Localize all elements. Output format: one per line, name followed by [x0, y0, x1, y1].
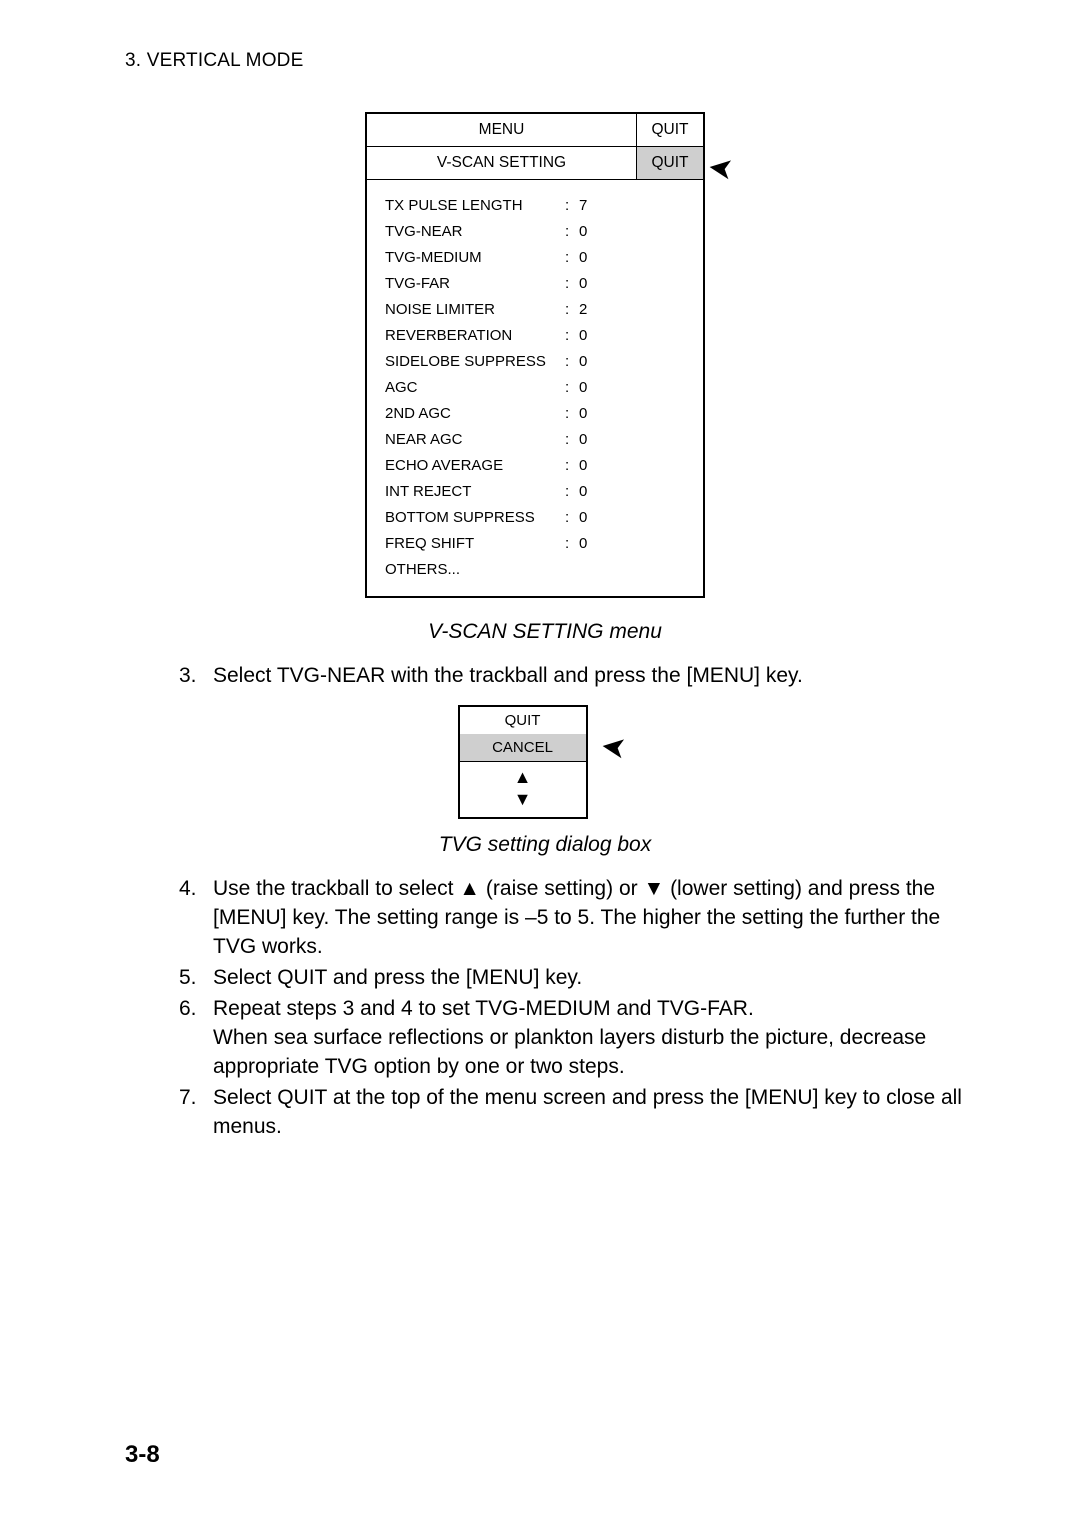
dialog-arrows[interactable]: ▲ ▼	[460, 762, 586, 817]
step-6: 6. Repeat steps 3 and 4 to set TVG-MEDIU…	[179, 995, 965, 1082]
menu-item-label: TVG-NEAR	[385, 223, 565, 240]
menu-item-separator: :	[565, 431, 579, 448]
menu-box: MENU QUIT V-SCAN SETTING QUIT TX PULSE L…	[365, 112, 705, 598]
menu-item-label: REVERBERATION	[385, 327, 565, 344]
menu-item[interactable]: INT REJECT:0	[385, 478, 685, 504]
menu-item[interactable]: ECHO AVERAGE:0	[385, 452, 685, 478]
step-text: Select TVG-NEAR with the trackball and p…	[213, 662, 965, 691]
menu-title: MENU	[367, 114, 637, 146]
menu-item[interactable]: BOTTOM SUPPRESS:0	[385, 504, 685, 530]
step-number: 6.	[179, 995, 213, 1082]
menu-item-separator: :	[565, 535, 579, 552]
menu-item-separator: :	[565, 379, 579, 396]
menu-item-separator: :	[565, 249, 579, 266]
menu-body: TX PULSE LENGTH:7TVG-NEAR:0TVG-MEDIUM:0T…	[367, 180, 703, 596]
menu-item-label: BOTTOM SUPPRESS	[385, 509, 565, 526]
page-number: 3-8	[125, 1441, 160, 1469]
menu-item-value: 0	[579, 223, 587, 240]
step-number: 7.	[179, 1084, 213, 1142]
menu-item-value: 0	[579, 249, 587, 266]
cursor-icon: ➤	[599, 731, 628, 764]
menu-item-value: 0	[579, 405, 587, 422]
menu-item-separator: :	[565, 223, 579, 240]
menu-item-separator: :	[565, 301, 579, 318]
menu-item-value: 0	[579, 379, 587, 396]
step-4: 4. Use the trackball to select ▲ (raise …	[179, 875, 965, 962]
menu-item-label: FREQ SHIFT	[385, 535, 565, 552]
menu-item-label: NEAR AGC	[385, 431, 565, 448]
menu-item[interactable]: TVG-NEAR:0	[385, 218, 685, 244]
dialog-figure: QUIT CANCEL ▲ ▼ ➤	[458, 705, 633, 819]
menu-item-separator: :	[565, 457, 579, 474]
menu-item[interactable]: NOISE LIMITER:2	[385, 296, 685, 322]
menu-item-value: 0	[579, 353, 587, 370]
menu-item[interactable]: 2ND AGC:0	[385, 400, 685, 426]
menu-item[interactable]: OTHERS...	[385, 556, 685, 582]
menu-item-label: TVG-MEDIUM	[385, 249, 565, 266]
menu-item-value: 0	[579, 431, 587, 448]
dialog-cancel[interactable]: CANCEL	[460, 734, 586, 762]
figure-caption-1: V-SCAN SETTING menu	[125, 620, 965, 644]
menu-item[interactable]: TVG-FAR:0	[385, 270, 685, 296]
menu-item-value: 0	[579, 327, 587, 344]
menu-item[interactable]: NEAR AGC:0	[385, 426, 685, 452]
menu-item-label: NOISE LIMITER	[385, 301, 565, 318]
menu-item[interactable]: REVERBERATION:0	[385, 322, 685, 348]
arrow-up-icon[interactable]: ▲	[460, 766, 586, 789]
menu-item-label: INT REJECT	[385, 483, 565, 500]
menu-item[interactable]: AGC:0	[385, 374, 685, 400]
step-text: Repeat steps 3 and 4 to set TVG-MEDIUM a…	[213, 995, 965, 1082]
dialog-quit[interactable]: QUIT	[460, 707, 586, 734]
menu-item-label: AGC	[385, 379, 565, 396]
menu-item-label: 2ND AGC	[385, 405, 565, 422]
menu-item-value: 7	[579, 197, 587, 214]
menu-item-label: SIDELOBE SUPPRESS	[385, 353, 565, 370]
step-7: 7. Select QUIT at the top of the menu sc…	[179, 1084, 965, 1142]
step-number: 5.	[179, 964, 213, 993]
step-5: 5. Select QUIT and press the [MENU] key.	[179, 964, 965, 993]
menu-item-label: ECHO AVERAGE	[385, 457, 565, 474]
arrow-down-icon[interactable]: ▼	[460, 788, 586, 811]
menu-item[interactable]: TVG-MEDIUM:0	[385, 244, 685, 270]
menu-header-row: MENU QUIT	[367, 114, 703, 147]
figure-caption-2: TVG setting dialog box	[125, 833, 965, 857]
menu-item-label: TVG-FAR	[385, 275, 565, 292]
menu-sub-row: V-SCAN SETTING QUIT	[367, 147, 703, 180]
menu-item[interactable]: TX PULSE LENGTH:7	[385, 192, 685, 218]
menu-item-separator: :	[565, 197, 579, 214]
menu-item-separator: :	[565, 405, 579, 422]
instruction-list-2: 4. Use the trackball to select ▲ (raise …	[179, 875, 965, 1142]
menu-item-value: 0	[579, 535, 587, 552]
section-header: 3. VERTICAL MODE	[125, 50, 965, 72]
menu-item-separator: :	[565, 275, 579, 292]
menu-item-separator: :	[565, 327, 579, 344]
menu-item-value: 2	[579, 301, 587, 318]
menu-subtitle: V-SCAN SETTING	[367, 147, 637, 179]
step-text: Select QUIT and press the [MENU] key.	[213, 964, 965, 993]
menu-item-label: OTHERS...	[385, 561, 565, 578]
menu-item-separator: :	[565, 353, 579, 370]
menu-item-separator: :	[565, 509, 579, 526]
menu-item-value: 0	[579, 509, 587, 526]
step-text: Select QUIT at the top of the menu scree…	[213, 1084, 965, 1142]
menu-item-value: 0	[579, 483, 587, 500]
menu-figure: MENU QUIT V-SCAN SETTING QUIT TX PULSE L…	[365, 112, 725, 598]
menu-quit-top[interactable]: QUIT	[637, 114, 703, 146]
cursor-icon: ➤	[706, 152, 735, 185]
menu-quit-sub[interactable]: QUIT	[637, 147, 703, 179]
step-text: Use the trackball to select ▲ (raise set…	[213, 875, 965, 962]
instruction-list: 3. Select TVG-NEAR with the trackball an…	[179, 662, 965, 691]
menu-item[interactable]: FREQ SHIFT:0	[385, 530, 685, 556]
menu-item-value: 0	[579, 457, 587, 474]
menu-item-label: TX PULSE LENGTH	[385, 197, 565, 214]
step-3: 3. Select TVG-NEAR with the trackball an…	[179, 662, 965, 691]
menu-item-separator: :	[565, 483, 579, 500]
step-number: 4.	[179, 875, 213, 962]
menu-item-value: 0	[579, 275, 587, 292]
step-number: 3.	[179, 662, 213, 691]
menu-item[interactable]: SIDELOBE SUPPRESS:0	[385, 348, 685, 374]
dialog-box: QUIT CANCEL ▲ ▼	[458, 705, 588, 819]
